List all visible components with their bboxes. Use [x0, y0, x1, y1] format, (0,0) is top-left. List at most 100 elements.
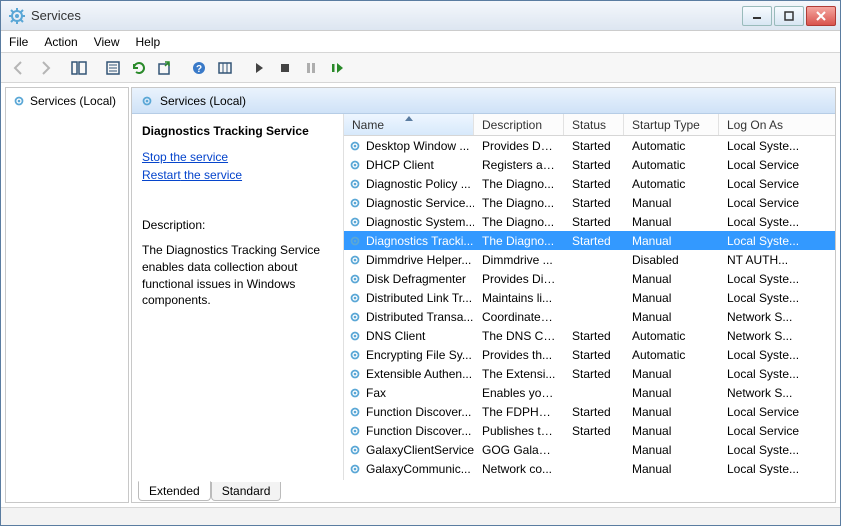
cell-name: Function Discover... — [366, 424, 471, 438]
restart-link[interactable]: Restart — [142, 168, 181, 182]
pause-button[interactable] — [299, 56, 323, 80]
cell-startup: Manual — [624, 310, 719, 324]
table-row[interactable]: Distributed Transa...Coordinates... Manua… — [344, 307, 835, 326]
start-button[interactable] — [247, 56, 271, 80]
cell-startup: Manual — [624, 386, 719, 400]
window-controls — [742, 6, 836, 26]
menu-file[interactable]: File — [9, 35, 28, 49]
column-description[interactable]: Description — [474, 114, 564, 135]
menu-view[interactable]: View — [94, 35, 120, 49]
cell-description: Publishes th... — [474, 424, 564, 438]
menubar: File Action View Help — [1, 31, 840, 53]
cell-description: Coordinates... — [474, 310, 564, 324]
gear-icon — [348, 196, 362, 210]
stop-link[interactable]: Stop — [142, 150, 167, 164]
cell-logon: Network S... — [719, 386, 809, 400]
cell-startup: Manual — [624, 234, 719, 248]
cell-description: The Diagno... — [474, 177, 564, 191]
back-button[interactable] — [7, 56, 31, 80]
cell-description: GOG Galaxy... — [474, 443, 564, 457]
gear-icon — [348, 443, 362, 457]
cell-status: Started — [564, 348, 624, 362]
minimize-button[interactable] — [742, 6, 772, 26]
column-name[interactable]: Name — [344, 114, 474, 135]
help-button[interactable]: ? — [187, 56, 211, 80]
cell-status: Started — [564, 367, 624, 381]
gear-icon — [9, 8, 25, 24]
cell-logon: Local Service — [719, 405, 809, 419]
forward-button[interactable] — [33, 56, 57, 80]
cell-status: Started — [564, 177, 624, 191]
table-row[interactable]: Diagnostics Tracki...The Diagno...Starte… — [344, 231, 835, 250]
cell-description: Registers an... — [474, 158, 564, 172]
services-window: Services File Action View Help ? — [0, 0, 841, 526]
menu-action[interactable]: Action — [44, 35, 77, 49]
table-row[interactable]: Desktop Window ...Provides De...StartedA… — [344, 136, 835, 155]
table-row[interactable]: Encrypting File Sy...Provides th...Start… — [344, 345, 835, 364]
cell-status: Started — [564, 424, 624, 438]
cell-status: Started — [564, 405, 624, 419]
cell-name: Diagnostic System... — [366, 215, 474, 229]
cell-logon: Local Syste... — [719, 272, 809, 286]
cell-startup: Manual — [624, 291, 719, 305]
cell-name: Desktop Window ... — [366, 139, 469, 153]
cell-startup: Manual — [624, 462, 719, 476]
table-row[interactable]: Function Discover...The FDPHO...StartedM… — [344, 402, 835, 421]
maximize-button[interactable] — [774, 6, 804, 26]
service-actions: Stop the service Restart the service — [142, 148, 333, 184]
cell-startup: Manual — [624, 367, 719, 381]
gear-icon — [348, 139, 362, 153]
columns-button[interactable] — [213, 56, 237, 80]
show-hide-tree-button[interactable] — [67, 56, 91, 80]
cell-logon: Local Service — [719, 196, 809, 210]
cell-name: Diagnostic Service... — [366, 196, 474, 210]
selected-service-name: Diagnostics Tracking Service — [142, 124, 333, 138]
table-row[interactable]: DHCP Client Registers an...StartedAutomat… — [344, 155, 835, 174]
tab-standard[interactable]: Standard — [211, 482, 282, 501]
cell-startup: Automatic — [624, 158, 719, 172]
stop-button[interactable] — [273, 56, 297, 80]
table-row[interactable]: Diagnostic System...The Diagno...Started… — [344, 212, 835, 231]
cell-status: Started — [564, 215, 624, 229]
tree-node-services-local[interactable]: Services (Local) — [10, 92, 124, 110]
table-row[interactable]: GalaxyCommunic...Network co...ManualLoca… — [344, 459, 835, 478]
tab-extended[interactable]: Extended — [138, 481, 211, 501]
table-row[interactable]: Extensible Authen...The Extensi...Starte… — [344, 364, 835, 383]
table-row[interactable]: Diagnostic Policy ...The Diagno...Starte… — [344, 174, 835, 193]
gear-icon — [12, 94, 26, 108]
cell-startup: Manual — [624, 405, 719, 419]
cell-name: DHCP Client — [366, 158, 434, 172]
restart-button[interactable] — [325, 56, 349, 80]
table-body[interactable]: Desktop Window ...Provides De...StartedA… — [344, 136, 835, 480]
table-row[interactable]: Function Discover...Publishes th...Start… — [344, 421, 835, 440]
refresh-button[interactable] — [127, 56, 151, 80]
cell-name: Distributed Transa... — [366, 310, 473, 324]
close-button[interactable] — [806, 6, 836, 26]
table-row[interactable]: Dimmdrive Helper...Dimmdrive ...Disabled… — [344, 250, 835, 269]
table-row[interactable]: Diagnostic Service...The Diagno...Starte… — [344, 193, 835, 212]
menu-help[interactable]: Help — [136, 35, 161, 49]
cell-description: Maintains li... — [474, 291, 564, 305]
cell-status: Started — [564, 158, 624, 172]
svg-text:?: ? — [196, 64, 202, 75]
cell-logon: Local Syste... — [719, 367, 809, 381]
table-row[interactable]: FaxEnables you...ManualNetwork S... — [344, 383, 835, 402]
table-row[interactable]: GalaxyClientServiceGOG Galaxy...ManualLo… — [344, 440, 835, 459]
column-logon[interactable]: Log On As — [719, 114, 809, 135]
tree-node-label: Services (Local) — [30, 94, 116, 108]
cell-logon: Local Syste... — [719, 139, 809, 153]
column-startup[interactable]: Startup Type — [624, 114, 719, 135]
cell-description: Dimmdrive ... — [474, 253, 564, 267]
table-row[interactable]: DNS ClientThe DNS Cli...StartedAutomatic… — [344, 326, 835, 345]
table-row[interactable]: Distributed Link Tr...Maintains li...Man… — [344, 288, 835, 307]
table-row[interactable]: Disk DefragmenterProvides Dis...ManualLo… — [344, 269, 835, 288]
properties-button[interactable] — [101, 56, 125, 80]
cell-logon: Network S... — [719, 329, 809, 343]
cell-name: Disk Defragmenter — [366, 272, 466, 286]
tree-pane[interactable]: Services (Local) — [5, 87, 129, 503]
column-status[interactable]: Status — [564, 114, 624, 135]
export-list-button[interactable] — [153, 56, 177, 80]
titlebar[interactable]: Services — [1, 1, 840, 31]
cell-logon: Local Syste... — [719, 443, 809, 457]
cell-startup: Disabled — [624, 253, 719, 267]
